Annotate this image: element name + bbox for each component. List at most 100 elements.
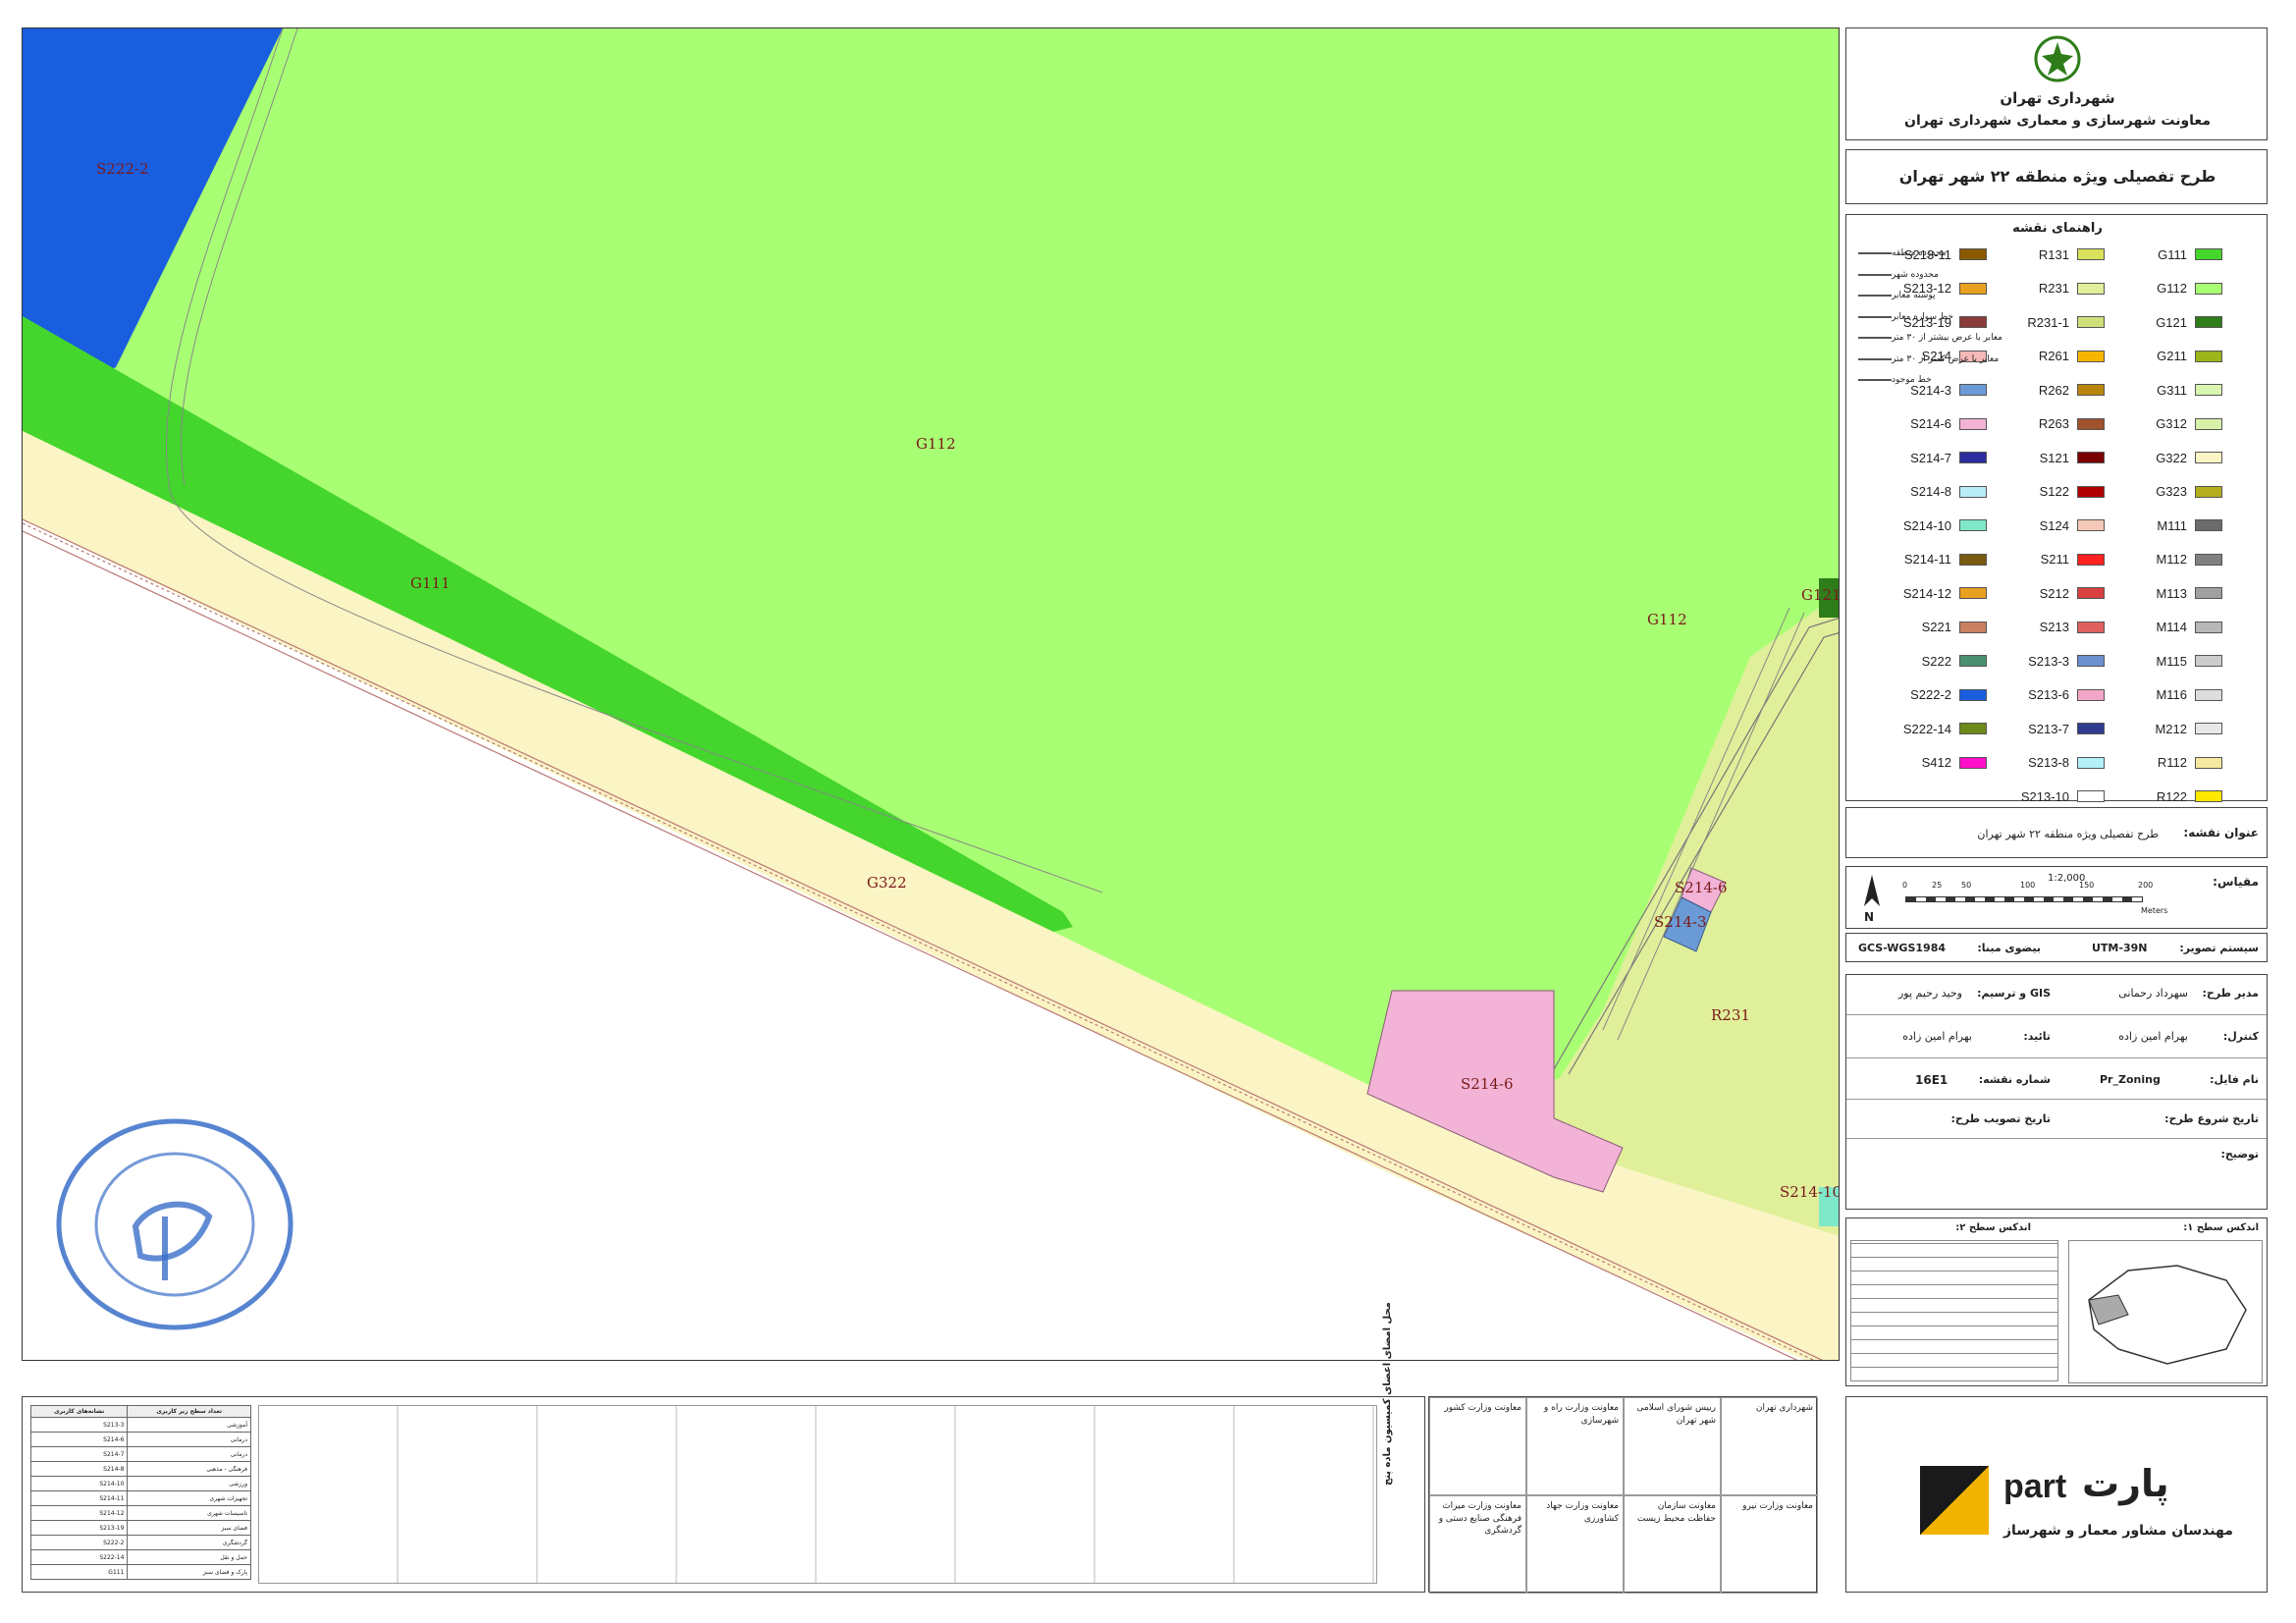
scale-box: مقیاس: 1:2,000 N 0 25 50 100 150 200 Meters <box>1845 866 2268 929</box>
legend-item-s214-8: S214-8 <box>1900 484 1987 500</box>
table-cell: S214-11 <box>29 1490 129 1506</box>
legend-code: S213-3 <box>2028 653 2069 669</box>
legend-swatch <box>2077 723 2105 734</box>
legend-swatch <box>1959 688 1987 701</box>
table-cell: S214-6 <box>29 1432 129 1447</box>
legend-code: G111 <box>2158 246 2187 262</box>
scale-label: مقیاس: <box>2213 875 2259 889</box>
legend-line-label: معابر با عرض کمتر از ۳۰ متر <box>1892 353 2000 364</box>
legend-code: S212 <box>2039 585 2069 601</box>
legend-swatch <box>2077 587 2105 599</box>
legend-item-s121: S121 <box>2018 450 2105 465</box>
projection-value: UTM-39N <box>2092 942 2148 954</box>
label-g111: G111 <box>410 574 451 592</box>
legend-swatch <box>1959 485 1987 498</box>
table-cell: S214-7 <box>29 1446 129 1462</box>
legend-swatch <box>2077 553 2105 566</box>
legend-swatch <box>1959 417 1987 430</box>
label-s214-10: S214-10 <box>1780 1183 1840 1201</box>
label-r231: R231 <box>1711 1006 1750 1024</box>
table-cell: S214-12 <box>29 1505 129 1521</box>
legend-item-g211: G211 <box>2136 349 2222 364</box>
legend-code: S214-6 <box>1910 416 1951 431</box>
legend-line-swatch <box>1858 379 1892 381</box>
legend-item-g111: G111 <box>2136 246 2222 262</box>
legend-code: M111 <box>2157 517 2187 533</box>
north-arrow-label: N <box>1864 910 1875 924</box>
legend-item-s213-8: S213-8 <box>2018 755 2105 771</box>
legend-code: R262 <box>2038 382 2069 398</box>
legend-item-s211: S211 <box>2018 552 2105 568</box>
legend-swatch <box>1959 587 1987 599</box>
legend-line-item: خط سواره معابر <box>1852 312 1953 322</box>
table-row: G111 پارک و فضای سبز <box>29 1564 251 1580</box>
legend-line-label: محدوده شهر <box>1892 269 1939 280</box>
approve-value: بهرام امین زاده <box>1902 1030 1972 1043</box>
scale-bar <box>1905 896 2143 902</box>
legend-swatch <box>2077 452 2105 463</box>
legend-code: S124 <box>2039 517 2069 533</box>
legend-item-r231-1: R231-1 <box>2018 314 2105 330</box>
legend-item-r261: R261 <box>2018 349 2105 364</box>
datum-label: بیضوی مبنا: <box>1977 942 2041 954</box>
approval-signature-cell: معاونت وزارت کشور <box>1429 1397 1526 1495</box>
control-label: کنترل: <box>2222 1030 2259 1043</box>
legend-item-m212: M212 <box>2136 721 2222 736</box>
start-date-label: تاریخ شروع طرح: <box>2164 1112 2259 1125</box>
legend-swatch <box>2195 756 2222 769</box>
legend-swatch <box>1959 621 1987 633</box>
legend-code: R231-1 <box>2027 314 2069 330</box>
legend-item-s412: S412 <box>1900 755 1987 771</box>
legend-swatch <box>2195 655 2222 667</box>
scale-tick-label: 150 <box>2079 881 2095 890</box>
council-seal-stamp <box>42 1109 307 1344</box>
legend-code: S214-8 <box>1910 484 1951 499</box>
legend-item-g312: G312 <box>2136 416 2222 432</box>
map-canvas[interactable]: S222-2 G112 G111 G112 G121 G322 S214-6 S… <box>22 27 1840 1361</box>
legend-line-label: پوسته معابر <box>1892 291 1936 300</box>
legend-code: S222-14 <box>1902 721 1951 736</box>
legend-swatch <box>1959 723 1987 734</box>
table-row: S214-10 ورزشی <box>29 1476 251 1491</box>
scale-tick-label: 200 <box>2138 881 2154 890</box>
legend-swatch <box>2195 688 2222 701</box>
table-cell: S213-19 <box>29 1520 129 1536</box>
legend-code: S122 <box>2039 484 2069 499</box>
legend-swatch <box>2195 384 2222 396</box>
legend-code: R131 <box>2038 246 2069 262</box>
legend-item-r231: R231 <box>2018 281 2105 297</box>
legend-item-r112: R112 <box>2136 755 2222 771</box>
stamp-graphic <box>56 1118 294 1330</box>
index-box: اندکس سطح ۱: اندکس سطح ۲: <box>1845 1217 2268 1386</box>
legend-code: S214-10 <box>1902 517 1951 533</box>
scale-tick-label: 100 <box>2020 881 2036 890</box>
approval-signature-cell: شهرداری تهران <box>1721 1397 1818 1495</box>
index-level2-grid <box>1850 1240 2058 1381</box>
index-level2-label: اندکس سطح ۲: <box>1955 1222 2031 1233</box>
legend-swatch <box>2195 452 2222 463</box>
legend-swatch <box>2077 519 2105 531</box>
summary-tables-area <box>258 1405 1377 1584</box>
legend-code: S213-7 <box>2028 721 2069 736</box>
legend-code: S214-11 <box>1903 552 1951 567</box>
legend-item-s213-6: S213-6 <box>2018 687 2105 703</box>
legend-swatch <box>1959 282 1987 295</box>
table-row: S213-3 آموزشی <box>29 1417 251 1433</box>
approval-signature-cell: معاونت وزارت جهاد کشاورزی <box>1526 1495 1624 1594</box>
legend-item-s214-6: S214-6 <box>1900 416 1987 432</box>
legend-code: S222-2 <box>1910 687 1951 702</box>
file-label: نام فایل: <box>2210 1073 2259 1086</box>
table-row: S222-2 گردشگری <box>29 1535 251 1550</box>
legend-swatch <box>2077 655 2105 667</box>
legend-line-item: معابر با عرض کمتر از ۳۰ متر <box>1852 354 1999 364</box>
legend-item-g322: G322 <box>2136 450 2222 465</box>
bottom-tables-strip: نشانه‌های کاربری تعداد سطح زیر کاربری S213… <box>22 1302 1425 1593</box>
map-title-box: عنوان نقشه: طرح تفصیلی ویژه منطقه ۲۲ شهر… <box>1845 807 2268 858</box>
legend-swatch <box>2195 621 2222 633</box>
legend-swatch <box>2195 316 2222 328</box>
legend-line-label: محدوده منطقه <box>1892 248 1947 258</box>
projection-label: سیستم تصویر: <box>2179 942 2259 954</box>
legend-item-m115: M115 <box>2136 653 2222 669</box>
legend-item-g112: G112 <box>2136 281 2222 297</box>
legend-swatch <box>1959 384 1987 396</box>
